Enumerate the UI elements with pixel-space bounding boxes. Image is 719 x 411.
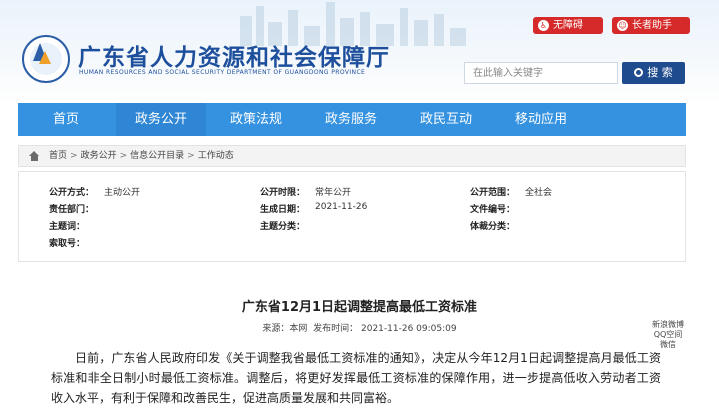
public-mode-label: 公开方式：	[49, 188, 95, 198]
nav-item-gov-service[interactable]: 政务服务	[306, 103, 396, 136]
elder-icon: ☺	[617, 20, 628, 31]
article-source: 来源：本网	[262, 324, 308, 334]
nav-item-home[interactable]: 首页	[21, 103, 111, 136]
subject-category-label: 主题分类：	[260, 222, 306, 232]
search-button[interactable]: 搜 索	[622, 62, 685, 84]
gen-date-label: 生成日期：	[260, 205, 306, 215]
document-meta-table: 公开方式： 主动公开 公开时限： 常年公开 公开范围： 全社会 责任部门： 生成…	[18, 171, 686, 262]
department-emblem-logo[interactable]	[22, 35, 70, 83]
nav-item-policy[interactable]: 政策法规	[211, 103, 301, 136]
breadcrumb-work-news[interactable]: 工作动态	[198, 151, 234, 161]
nav-item-gov-open[interactable]: 政务公开	[116, 103, 206, 136]
public-scope-value: 全社会	[525, 188, 553, 198]
main-nav: 首页 政务公开 政策法规 政务服务 政民互动 移动应用	[18, 103, 686, 136]
public-scope-label: 公开范围：	[470, 188, 516, 198]
subject-label: 主题词：	[49, 222, 86, 232]
article-title: 广东省12月1日起调整提高最低工资标准	[241, 300, 478, 315]
gen-date-value: 2021-11-26	[315, 202, 368, 212]
search-button-label: 搜 索	[647, 66, 673, 79]
breadcrumb: 首页 > 政务公开 > 信息公开目录 > 工作动态	[18, 145, 686, 167]
breadcrumb-home[interactable]: 首页	[49, 151, 67, 161]
genre-category-label: 体裁分类：	[470, 222, 516, 232]
search-input[interactable]	[464, 62, 618, 84]
breadcrumb-gov-open[interactable]: 政务公开	[81, 151, 117, 161]
public-time-label: 公开时限：	[260, 188, 306, 198]
breadcrumb-separator: >	[187, 151, 195, 161]
nav-item-mobile[interactable]: 移动应用	[496, 103, 586, 136]
elder-mode-button[interactable]: ☺ 长者助手	[612, 17, 690, 34]
index-number-label: 索取号：	[49, 239, 86, 249]
site-header: 广东省人力资源和社会保障厅 HUMAN RESOURCES AND SOCIAL…	[0, 0, 719, 103]
search-icon	[634, 68, 644, 77]
site-title[interactable]: 广东省人力资源和社会保障厅	[78, 38, 390, 72]
accessibility-label: 无障碍	[553, 20, 583, 31]
accessibility-button[interactable]: ♿ 无障碍	[533, 17, 603, 34]
share-weibo-link[interactable]: 新浪微博	[646, 320, 690, 330]
share-links: 新浪微博 QQ空间 微信	[646, 320, 690, 350]
article-info: 来源：本网 发布时间： 2021-11-26 09:05:09	[0, 321, 719, 334]
share-qzone-link[interactable]: QQ空间	[646, 330, 690, 340]
breadcrumb-info-catalog[interactable]: 信息公开目录	[130, 151, 184, 161]
article-publish-time: 发布时间： 2021-11-26 09:05:09	[313, 324, 457, 334]
breadcrumb-separator: >	[70, 151, 78, 161]
nav-item-interaction[interactable]: 政民互动	[401, 103, 491, 136]
site-subtitle: HUMAN RESOURCES AND SOCIAL SECURITY DEPA…	[79, 69, 366, 76]
dept-label: 责任部门：	[49, 205, 95, 215]
article-body: 日前，广东省人民政府印发《关于调整我省最低工资标准的通知》，决定从今年12月1日…	[51, 351, 661, 405]
public-mode-value: 主动公开	[104, 188, 141, 198]
elder-mode-label: 长者助手	[632, 20, 672, 31]
public-time-value: 常年公开	[315, 188, 352, 198]
breadcrumb-separator: >	[119, 151, 128, 161]
accessibility-icon: ♿	[538, 20, 549, 31]
doc-no-label: 文件编号：	[470, 205, 516, 215]
home-icon	[29, 151, 40, 161]
